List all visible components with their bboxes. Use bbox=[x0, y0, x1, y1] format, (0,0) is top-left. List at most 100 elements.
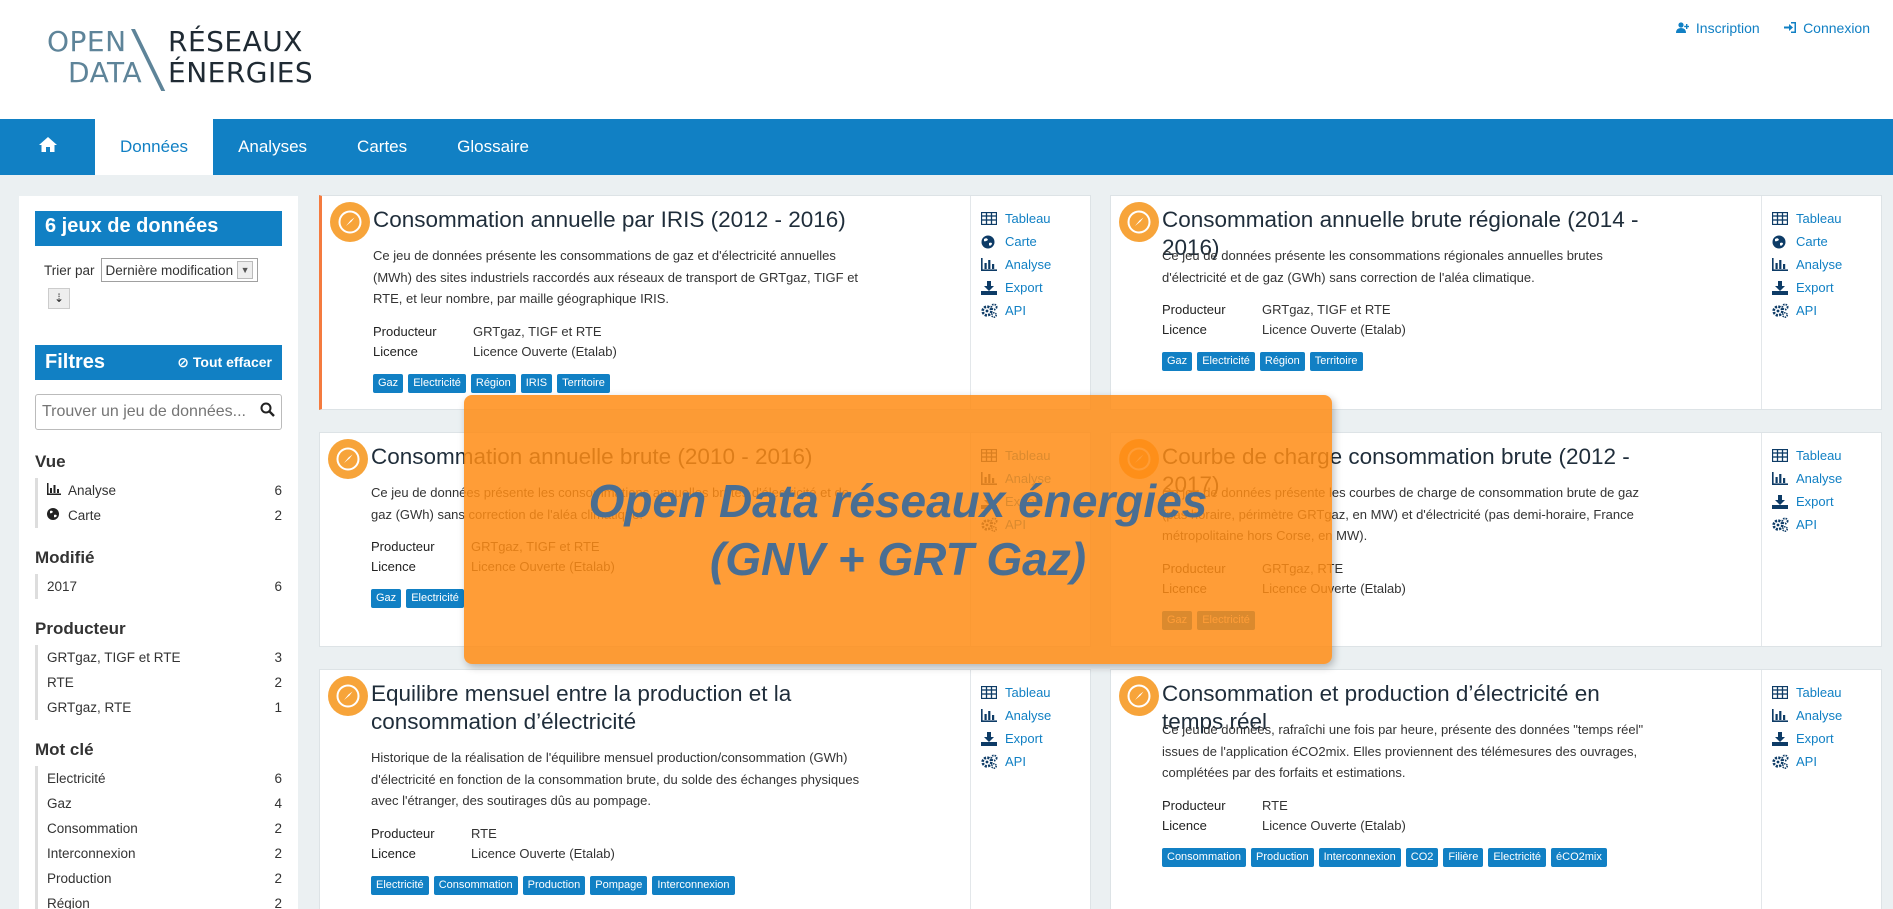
keyword-tag[interactable]: Electricité bbox=[1488, 847, 1547, 867]
facet-item[interactable]: GRTgaz, RTE 1 bbox=[38, 695, 282, 720]
keyword-tag[interactable]: Région bbox=[470, 373, 516, 393]
facet-list-producteur: GRTgaz, TIGF et RTE 3 RTE 2 GRTgaz, RTE 1 bbox=[35, 645, 282, 720]
action-api[interactable]: API bbox=[981, 750, 1090, 773]
action-export[interactable]: Export bbox=[1772, 276, 1881, 299]
keyword-tag[interactable]: Gaz bbox=[373, 373, 404, 393]
keyword-tag[interactable]: Production bbox=[1250, 847, 1314, 867]
facet-list-vue: Analyse 6 Carte 2 bbox=[35, 478, 282, 528]
nav-cartes[interactable]: Cartes bbox=[332, 119, 432, 175]
dataset-card[interactable]: Equilibre mensuel entre la production et… bbox=[319, 669, 1091, 909]
keyword-tag[interactable]: Electricité bbox=[371, 875, 429, 895]
sort-direction-button[interactable]: ⇣ bbox=[48, 288, 70, 309]
bar-chart-icon bbox=[1772, 258, 1792, 271]
logo-data-text: DATA bbox=[68, 56, 143, 89]
keyword-tag[interactable]: Consommation bbox=[433, 875, 518, 895]
table-icon bbox=[1772, 449, 1792, 462]
keyword-tag[interactable]: Interconnexion bbox=[1318, 847, 1401, 867]
keyword-tag[interactable]: éCO2mix bbox=[1551, 847, 1607, 867]
facet-item[interactable]: Analyse 6 bbox=[38, 478, 282, 503]
dataset-card[interactable]: Consommation et production d’électricité… bbox=[1110, 669, 1882, 909]
cogs-icon bbox=[1772, 517, 1792, 532]
producer-label: Producteur bbox=[1162, 302, 1226, 317]
dataset-metadata: Producteur GRTgaz, TIGF et RTE Licence Lic… bbox=[1162, 300, 1406, 340]
nav-glossaire[interactable]: Glossaire bbox=[432, 119, 554, 175]
facet-item[interactable]: 2017 6 bbox=[38, 574, 282, 599]
keyword-tag[interactable]: IRIS bbox=[520, 373, 553, 393]
action-tableau[interactable]: Tableau bbox=[981, 207, 1090, 230]
signup-label: Inscription bbox=[1695, 20, 1760, 36]
action-api[interactable]: API bbox=[1772, 299, 1881, 322]
action-api[interactable]: API bbox=[981, 299, 1090, 322]
action-tableau[interactable]: Tableau bbox=[981, 681, 1090, 704]
action-tableau[interactable]: Tableau bbox=[1772, 681, 1881, 704]
action-analyse[interactable]: Analyse bbox=[1772, 467, 1881, 490]
keyword-tag[interactable]: Territoire bbox=[557, 373, 610, 393]
nav-analyses[interactable]: Analyses bbox=[213, 119, 332, 175]
keyword-tag[interactable]: Interconnexion bbox=[652, 875, 735, 895]
facet-item[interactable]: Electricité 6 bbox=[38, 766, 282, 791]
dataset-card[interactable]: Consommation annuelle brute régionale (2… bbox=[1110, 195, 1882, 410]
bar-chart-icon bbox=[47, 483, 63, 498]
action-export[interactable]: Export bbox=[1772, 490, 1881, 513]
cogs-icon bbox=[1772, 303, 1792, 318]
action-export[interactable]: Export bbox=[981, 276, 1090, 299]
keyword-tag[interactable]: Consommation bbox=[1162, 847, 1246, 867]
dataset-tags: GazElectricité bbox=[371, 589, 464, 608]
facet-item[interactable]: Carte 2 bbox=[38, 503, 282, 528]
bar-chart-icon bbox=[981, 709, 1001, 722]
globe-icon bbox=[981, 235, 1001, 249]
action-tableau[interactable]: Tableau bbox=[1772, 207, 1881, 230]
sort-select[interactable]: Dernière modification ▼ bbox=[100, 258, 259, 282]
download-icon bbox=[981, 280, 1001, 295]
keyword-tag[interactable]: Electricité bbox=[406, 589, 464, 608]
dataset-title[interactable]: Equilibre mensuel entre la production et… bbox=[371, 680, 851, 736]
action-tableau[interactable]: Tableau bbox=[1772, 444, 1881, 467]
filters-title: Filtres bbox=[45, 351, 106, 373]
facet-item[interactable]: Production 2 bbox=[38, 866, 282, 891]
search-icon[interactable] bbox=[260, 402, 275, 422]
keyword-tag[interactable]: Filière bbox=[1443, 847, 1484, 867]
keyword-tag[interactable]: Pompage bbox=[590, 875, 648, 895]
main-nav: Données Analyses Cartes Glossaire bbox=[0, 119, 1893, 175]
facet-item[interactable]: Région 2 bbox=[38, 891, 282, 909]
action-analyse[interactable]: Analyse bbox=[981, 704, 1090, 727]
keyword-tag[interactable]: Gaz bbox=[1162, 352, 1193, 371]
signup-link[interactable]: Inscription bbox=[1675, 20, 1760, 36]
logo-open-text: OPEN bbox=[47, 25, 127, 58]
nav-donnees[interactable]: Données bbox=[95, 119, 214, 175]
clear-filters-button[interactable]: ⊘ Tout effacer bbox=[177, 354, 272, 371]
facet-item[interactable]: Consommation 2 bbox=[38, 816, 282, 841]
producer-label: Producteur bbox=[371, 825, 435, 841]
facet-item[interactable]: Interconnexion 2 bbox=[38, 841, 282, 866]
action-carte[interactable]: Carte bbox=[1772, 230, 1881, 253]
dataset-metadata: Producteur GRTgaz, TIGF et RTE Licence Lic… bbox=[373, 322, 617, 362]
search-input[interactable] bbox=[42, 403, 257, 421]
keyword-tag[interactable]: Electricité bbox=[1197, 352, 1255, 371]
facet-item[interactable]: Gaz 4 bbox=[38, 791, 282, 816]
keyword-tag[interactable]: Electricité bbox=[408, 373, 466, 393]
action-api[interactable]: API bbox=[1772, 513, 1881, 536]
action-analyse[interactable]: Analyse bbox=[981, 253, 1090, 276]
site-logo[interactable]: OPEN DATA RÉSEAUX ÉNERGIES bbox=[47, 26, 347, 92]
sign-in-icon bbox=[1783, 22, 1799, 36]
globe-icon bbox=[47, 508, 63, 523]
keyword-tag[interactable]: Territoire bbox=[1309, 352, 1363, 371]
download-icon bbox=[981, 731, 1001, 746]
action-export[interactable]: Export bbox=[1772, 727, 1881, 750]
nav-home[interactable] bbox=[0, 119, 95, 175]
facet-item[interactable]: GRTgaz, TIGF et RTE 3 bbox=[38, 645, 282, 670]
dataset-card[interactable]: Consommation annuelle par IRIS (2012 - 2… bbox=[319, 195, 1091, 410]
action-analyse[interactable]: Analyse bbox=[1772, 253, 1881, 276]
dataset-tags: Gaz Electricité Région IRIS Territoire bbox=[373, 373, 610, 393]
action-export[interactable]: Export bbox=[981, 727, 1090, 750]
keyword-tag[interactable]: Production bbox=[522, 875, 586, 895]
dataset-title[interactable]: Consommation annuelle par IRIS (2012 - 2… bbox=[373, 206, 853, 234]
keyword-tag[interactable]: Région bbox=[1259, 352, 1305, 371]
facet-item[interactable]: RTE 2 bbox=[38, 670, 282, 695]
keyword-tag[interactable]: Gaz bbox=[371, 589, 402, 608]
login-link[interactable]: Connexion bbox=[1783, 20, 1870, 36]
action-api[interactable]: API bbox=[1772, 750, 1881, 773]
keyword-tag[interactable]: CO2 bbox=[1405, 847, 1439, 867]
action-analyse[interactable]: Analyse bbox=[1772, 704, 1881, 727]
action-carte[interactable]: Carte bbox=[981, 230, 1090, 253]
